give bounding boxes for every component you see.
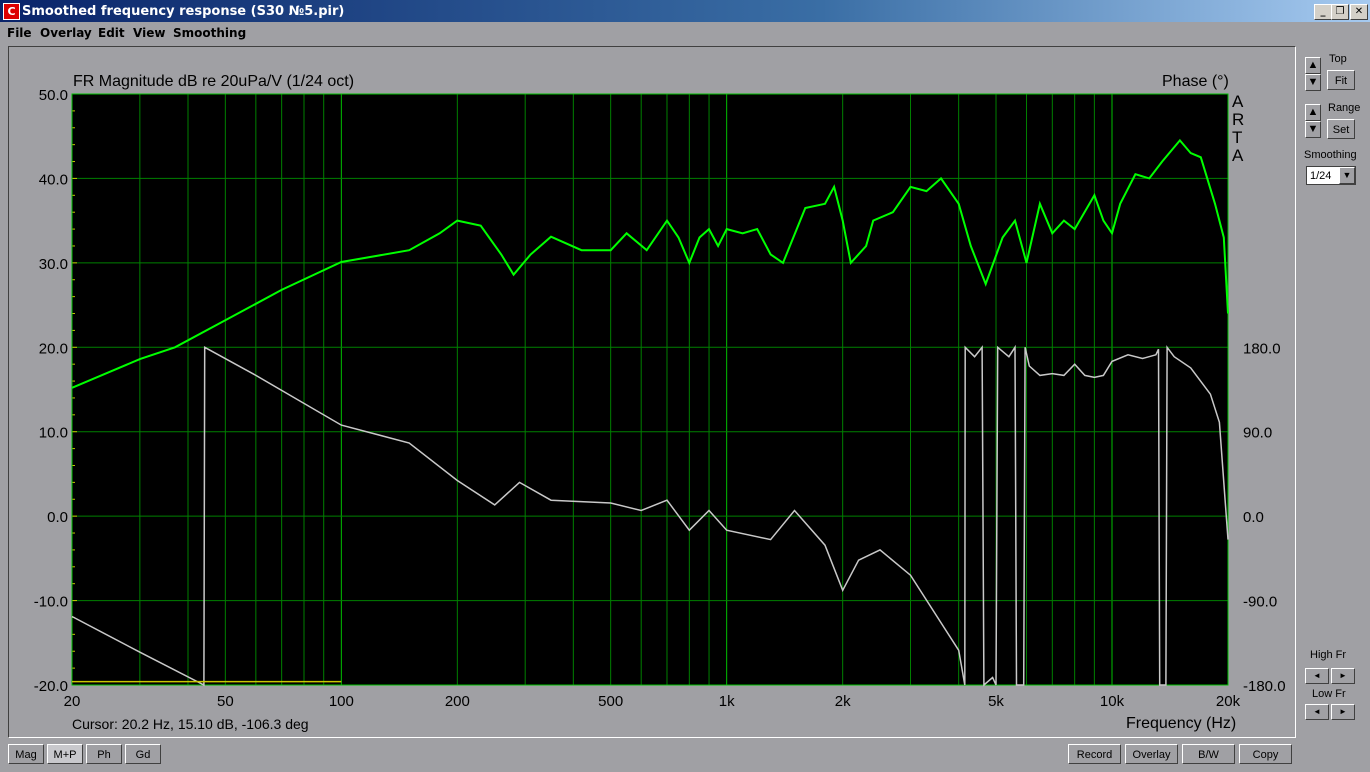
y-tick-label: 0.0 — [47, 509, 68, 526]
record-button[interactable]: Record — [1068, 744, 1121, 764]
y2-tick-label: 0.0 — [1243, 509, 1264, 526]
y2-tick-label: -90.0 — [1243, 594, 1277, 611]
smoothing-value: 1/24 — [1310, 170, 1332, 182]
low-fr-label: Low Fr — [1312, 688, 1346, 700]
y-tick-label: 50.0 — [39, 87, 68, 104]
top-down-button[interactable]: ▼ — [1305, 74, 1321, 91]
x-tick-label: 200 — [445, 693, 470, 710]
top-label: Top — [1329, 53, 1347, 65]
top-up-button[interactable]: ▲ — [1305, 57, 1321, 74]
x-tick-label: 50 — [217, 693, 234, 710]
plot-background — [72, 94, 1228, 685]
y-tick-label: -10.0 — [34, 594, 68, 611]
mag-button[interactable]: Mag — [8, 744, 44, 764]
x-tick-label: 100 — [329, 693, 354, 710]
high-fr-left-button[interactable]: ◄ — [1305, 668, 1329, 684]
y-tick-label: -20.0 — [34, 678, 68, 695]
chevron-down-icon[interactable]: ▼ — [1339, 167, 1355, 184]
fit-button[interactable]: Fit — [1327, 70, 1355, 90]
smoothing-label: Smoothing — [1304, 149, 1357, 161]
high-fr-label: High Fr — [1310, 649, 1347, 661]
ph-button[interactable]: Ph — [86, 744, 122, 764]
x-tick-label: 1k — [719, 693, 735, 710]
bw-button[interactable]: B/W — [1182, 744, 1235, 764]
y-tick-label: 20.0 — [39, 340, 68, 357]
x-tick-label: 20k — [1216, 693, 1241, 710]
range-up-button[interactable]: ▲ — [1305, 104, 1321, 121]
low-fr-right-button[interactable]: ► — [1331, 704, 1355, 720]
y-tick-label: 10.0 — [39, 425, 68, 442]
frequency-response-chart[interactable]: 20 50 100 200 500 1k 2k 5k 10k 20k 50.0 40.0 30.0 20.… — [0, 0, 1370, 772]
x-tick-label: 5k — [988, 693, 1004, 710]
x-tick-label: 2k — [835, 693, 851, 710]
y2-tick-label: -180.0 — [1243, 678, 1286, 695]
copy-button[interactable]: Copy — [1239, 744, 1292, 764]
x-tick-label: 20 — [64, 693, 81, 710]
range-down-button[interactable]: ▼ — [1305, 121, 1321, 138]
y-tick-label: 40.0 — [39, 171, 68, 188]
y-tick-label: 30.0 — [39, 256, 68, 273]
smoothing-select[interactable]: 1/24 ▼ — [1306, 166, 1356, 185]
y2-tick-label: 90.0 — [1243, 425, 1272, 442]
gd-button[interactable]: Gd — [125, 744, 161, 764]
high-fr-right-button[interactable]: ► — [1331, 668, 1355, 684]
x-tick-label: 500 — [598, 693, 623, 710]
set-button[interactable]: Set — [1327, 119, 1355, 139]
overlay-button[interactable]: Overlay — [1125, 744, 1178, 764]
low-fr-left-button[interactable]: ◄ — [1305, 704, 1329, 720]
x-tick-label: 10k — [1100, 693, 1125, 710]
range-label: Range — [1328, 102, 1361, 114]
m-plus-p-button[interactable]: M+P — [47, 744, 83, 764]
y2-tick-label: 180.0 — [1243, 340, 1281, 357]
